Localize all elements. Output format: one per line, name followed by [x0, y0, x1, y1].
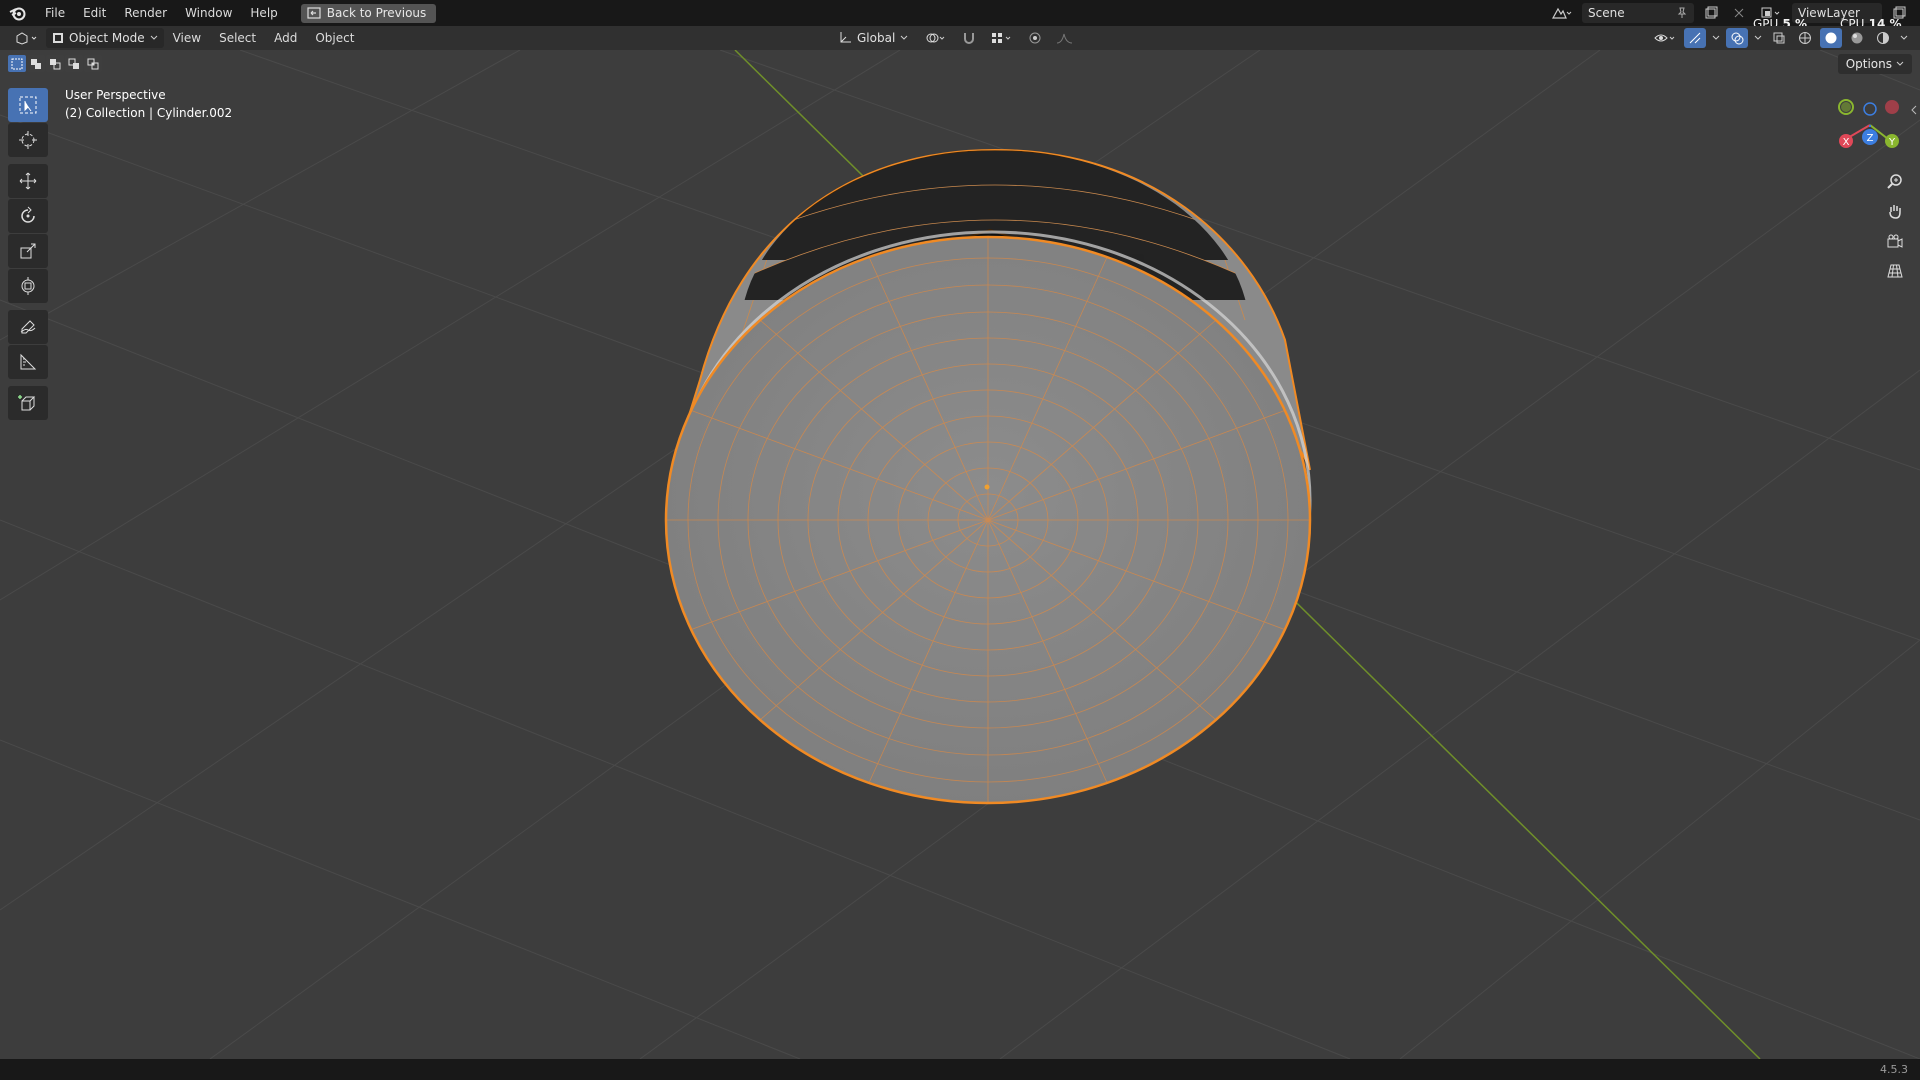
- viewport-display-controls: [1652, 26, 1910, 50]
- menu-window[interactable]: Window: [176, 0, 241, 26]
- proportional-edit-icon[interactable]: [1024, 28, 1046, 48]
- pivot-point-icon[interactable]: [922, 28, 950, 48]
- transform-orientation-label: Global: [857, 31, 896, 45]
- solid-shading-icon[interactable]: [1820, 28, 1842, 48]
- scale-tool-icon[interactable]: [8, 234, 48, 268]
- viewport-info-overlay: User Perspective (2) Collection | Cylind…: [65, 86, 232, 122]
- top-bar: File Edit Render Window Help Back to Pre…: [0, 0, 1920, 31]
- scene-name-field[interactable]: Scene: [1582, 3, 1694, 23]
- back-to-previous-label: Back to Previous: [326, 6, 427, 20]
- rendered-shading-icon[interactable]: [1872, 28, 1894, 48]
- header-menu-view[interactable]: View: [164, 31, 210, 45]
- falloff-curve-icon[interactable]: [1054, 28, 1076, 48]
- view-name: User Perspective: [65, 88, 166, 102]
- back-icon: [307, 7, 321, 19]
- chevron-down-icon: [150, 35, 157, 40]
- orientation-axes-icon: [840, 32, 851, 43]
- gizmo-x-label: X: [1843, 137, 1850, 148]
- select-intersect-icon[interactable]: [84, 55, 102, 72]
- status-bar: 4.5.3: [0, 1059, 1920, 1080]
- object-origin-icon[interactable]: [984, 484, 990, 490]
- version-label: 4.5.3: [1880, 1063, 1908, 1076]
- editor-type-icon: [16, 32, 37, 45]
- transform-orientation-dropdown[interactable]: Global: [832, 28, 914, 48]
- gizmo-z-label: Z: [1867, 133, 1874, 144]
- header-menu-select[interactable]: Select: [210, 31, 265, 45]
- chevron-down-icon: [1896, 61, 1904, 66]
- select-invert-icon[interactable]: [65, 55, 83, 72]
- selection-mode-buttons: [8, 55, 102, 72]
- select-subtract-icon[interactable]: [46, 55, 64, 72]
- annotate-tool-icon[interactable]: [8, 310, 48, 344]
- blender-logo-icon[interactable]: [0, 0, 36, 26]
- snap-target-icon[interactable]: [988, 28, 1016, 48]
- collection-info: (2) Collection | Cylinder.002: [65, 106, 233, 120]
- back-to-previous-button[interactable]: Back to Previous: [300, 3, 437, 23]
- snap-toggle-icon[interactable]: [958, 28, 980, 48]
- transform-tool-icon[interactable]: [8, 269, 48, 303]
- delete-scene-icon[interactable]: [1728, 3, 1750, 23]
- cursor-tool-icon[interactable]: [8, 123, 48, 157]
- header-menu-object[interactable]: Object: [306, 31, 363, 45]
- menu-help[interactable]: Help: [241, 0, 286, 26]
- xray-toggle-icon[interactable]: [1768, 28, 1790, 48]
- overlays-dropdown-icon[interactable]: [1752, 28, 1764, 48]
- add-cube-tool-icon[interactable]: [8, 386, 48, 420]
- overlays-toggle-icon[interactable]: [1726, 28, 1748, 48]
- scene-browse-icon[interactable]: [1546, 3, 1576, 23]
- new-scene-icon[interactable]: [1700, 3, 1722, 23]
- scene-name: Scene: [1588, 6, 1625, 20]
- chevron-down-icon: [900, 35, 908, 40]
- gizmo-y-label: Y: [1888, 137, 1896, 148]
- transform-controls: Global: [832, 26, 1076, 50]
- measure-tool-icon[interactable]: [8, 345, 48, 379]
- visibility-eye-icon[interactable]: [1652, 28, 1680, 48]
- rotate-tool-icon[interactable]: [8, 199, 48, 233]
- pin-icon[interactable]: [1676, 7, 1688, 19]
- shading-dropdown-icon[interactable]: [1898, 28, 1910, 48]
- menu-file[interactable]: File: [36, 0, 74, 26]
- perspective-toggle-icon[interactable]: [1882, 258, 1908, 284]
- select-new-icon[interactable]: [8, 55, 26, 72]
- header-menu-add[interactable]: Add: [265, 31, 306, 45]
- viewport-header: Object Mode View Select Add Object Globa…: [0, 26, 1920, 50]
- pan-hand-icon[interactable]: [1882, 198, 1908, 224]
- 3d-viewport[interactable]: User Perspective (2) Collection | Cylind…: [0, 50, 1920, 1059]
- mode-label: Object Mode: [69, 31, 145, 45]
- camera-view-icon[interactable]: [1882, 228, 1908, 254]
- selected-cylinder-mesh[interactable]: [0, 50, 1920, 1059]
- object-mode-icon: [53, 33, 63, 43]
- tool-shelf: [8, 88, 48, 421]
- options-dropdown[interactable]: Options: [1837, 54, 1912, 74]
- gizmo-dropdown-icon[interactable]: [1710, 28, 1722, 48]
- wireframe-shading-icon[interactable]: [1794, 28, 1816, 48]
- mode-dropdown[interactable]: Object Mode: [46, 28, 164, 48]
- options-label: Options: [1845, 57, 1892, 71]
- select-box-tool-icon[interactable]: [8, 88, 48, 122]
- material-shading-icon[interactable]: [1846, 28, 1868, 48]
- zoom-view-icon[interactable]: [1882, 168, 1908, 194]
- navigation-gizmo[interactable]: X Z Y: [1828, 93, 1908, 163]
- sidebar-toggle-icon[interactable]: [1910, 102, 1918, 116]
- menu-edit[interactable]: Edit: [74, 0, 115, 26]
- menu-render[interactable]: Render: [115, 0, 176, 26]
- move-tool-icon[interactable]: [8, 164, 48, 198]
- gizmo-toggle-icon[interactable]: [1684, 28, 1706, 48]
- editor-type-dropdown[interactable]: [8, 28, 46, 48]
- select-extend-icon[interactable]: [27, 55, 45, 72]
